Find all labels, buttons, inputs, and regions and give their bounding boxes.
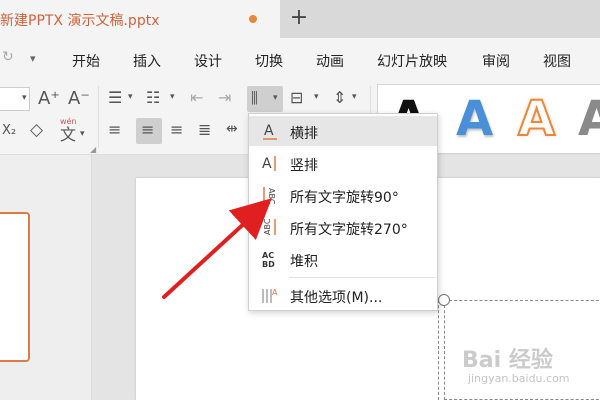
new-tab-button[interactable]: + [288,6,310,32]
menu-review[interactable]: 审阅 [482,51,510,71]
distributed-align-icon[interactable]: ⇹ [226,122,238,136]
menu-item-label: 所有文字旋转90° [290,190,399,206]
menu-design[interactable]: 设计 [194,51,222,71]
menu-slideshow[interactable]: 幻灯片放映 [377,51,447,71]
style-sample-gray[interactable]: A [578,91,600,147]
text-direction-dropdown-icon: ▾ [273,93,278,103]
annotation-arrow-icon [162,198,272,299]
unsaved-dot-icon [249,15,257,23]
style-sample-orange-outline[interactable]: A [517,90,556,148]
menu-home[interactable]: 开始 [72,51,100,71]
align-center-icon: ≡ [141,120,155,139]
phonetic-guide-icon[interactable]: 文 [60,127,76,143]
svg-text:A: A [264,123,274,139]
resize-handle[interactable] [438,294,450,306]
decrease-indent-icon[interactable]: ⇤ [190,90,203,106]
align-center-button[interactable]: ≡ [136,118,162,144]
numbered-dropdown-icon[interactable]: ▾ [170,93,175,102]
document-tab-title: 新建PPTX 演示文稿.pptx [0,13,160,29]
menu-item-label: 其他选项(M)... [290,290,383,306]
subscript-icon[interactable]: X₂ [2,124,16,137]
menu-item-label: 竖排 [290,158,318,174]
quick-access-dropdown-icon[interactable]: ▾ [30,52,36,65]
line-spacing-icon[interactable]: ⇕ [333,90,346,106]
placeholder-border [438,300,439,400]
text-direction-icon: ⫼ [251,89,258,107]
slide-thumbnail-pane [0,155,92,400]
horizontal-text-icon: A [263,123,277,140]
justify-icon[interactable]: ≣ [198,122,211,138]
eraser-icon[interactable]: ◇ [30,122,43,139]
align-text-icon[interactable]: ⊟ [290,90,303,106]
font-size-input[interactable]: ▾ [0,87,30,111]
menu-animations[interactable]: 动画 [316,51,344,71]
line-spacing-dropdown-icon[interactable]: ▾ [352,93,357,102]
menu-item-label: 横排 [290,126,318,142]
menu-transitions[interactable]: 切换 [255,51,283,71]
svg-text:A: A [262,156,272,172]
bullet-list-icon[interactable]: ☰ [108,90,122,106]
menu-item-label: 堆积 [290,254,318,270]
grow-font-icon[interactable]: A⁺ [38,90,60,108]
document-tab[interactable]: 新建PPTX 演示文稿.pptx [0,0,280,38]
shrink-font-icon[interactable]: A⁻ [68,90,90,108]
align-right-icon[interactable]: ≡ [170,122,183,138]
menu-bar: ↻ ▾ 开始 插入 设计 切换 动画 幻灯片放映 审阅 视图 [0,38,600,80]
align-text-dropdown-icon[interactable]: ▾ [314,93,319,102]
bullet-dropdown-icon[interactable]: ▾ [128,93,133,102]
redo-icon[interactable]: ↻ [2,49,14,65]
text-direction-button[interactable]: ⫼ ▾ [247,86,283,112]
menu-item-label: 所有文字旋转270° [290,222,408,238]
vertical-text-icon: A [262,156,276,172]
tab-bar: 新建PPTX 演示文稿.pptx + [0,0,600,38]
menu-item-horizontal[interactable]: A 横排 [249,116,437,146]
font-size-dropdown-icon[interactable]: ▾ [22,94,27,103]
style-sample-blue[interactable]: A [456,91,493,147]
phonetic-dropdown-icon[interactable]: ▾ [80,130,85,139]
align-left-icon[interactable]: ≡ [108,122,121,138]
menu-view[interactable]: 视图 [543,51,571,71]
menu-item-vertical[interactable]: A 竖排 [249,148,437,178]
menu-insert[interactable]: 插入 [133,51,161,71]
watermark-logo: Bai 经验 [462,348,553,373]
divider [98,86,99,148]
increase-indent-icon[interactable]: ⇥ [218,90,231,106]
slide-thumbnail[interactable] [0,212,30,362]
font-dialog-launcher-icon[interactable]: ◢ [90,146,96,154]
numbered-list-icon[interactable]: ☷ [146,90,160,106]
watermark-url: jingyan.baidu.com [468,372,570,385]
watermark: Bai 经验 jingyan.baidu.com [462,342,594,396]
menu-divider [289,277,435,278]
